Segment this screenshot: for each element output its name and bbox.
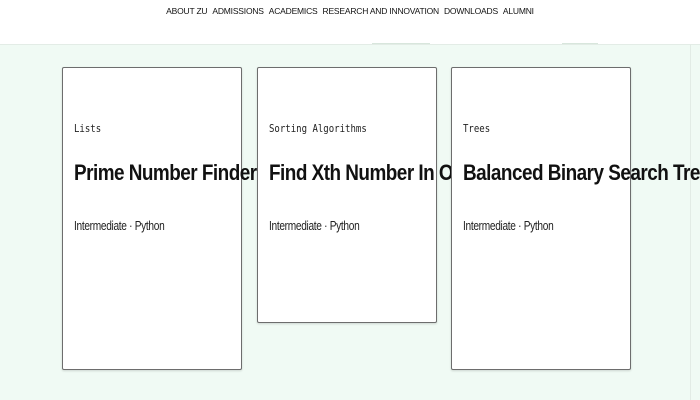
card-title[interactable]: Balanced Binary Search Tree xyxy=(463,160,700,186)
card-meta: Intermediate · Python xyxy=(269,218,360,233)
header-divider-accent xyxy=(372,43,430,44)
nav-item-academics[interactable]: ACADEMICS xyxy=(269,6,318,16)
nav-item-alumni[interactable]: ALUMNI xyxy=(503,6,534,16)
project-card-balanced-bst[interactable]: Trees Balanced Binary Search Tree Interm… xyxy=(451,67,700,370)
project-card-find-xth-number[interactable]: Sorting Algorithms Find Xth Number In Or… xyxy=(257,67,488,323)
card-meta: Intermediate · Python xyxy=(463,218,554,233)
top-header: ABOUT ZU ADMISSIONS ACADEMICS RESEARCH A… xyxy=(0,0,700,45)
content-edge-divider xyxy=(690,44,691,400)
main-nav: ABOUT ZU ADMISSIONS ACADEMICS RESEARCH A… xyxy=(0,6,700,16)
card-title[interactable]: Prime Number Finder xyxy=(74,160,257,186)
nav-item-admissions[interactable]: ADMISSIONS xyxy=(212,6,264,16)
card-category: Trees xyxy=(463,122,491,135)
nav-item-research[interactable]: RESEARCH AND INNOVATION xyxy=(323,6,440,16)
card-meta: Intermediate · Python xyxy=(74,218,165,233)
card-category: Sorting Algorithms xyxy=(269,122,367,135)
nav-item-downloads[interactable]: DOWNLOADS xyxy=(444,6,498,16)
header-divider-accent xyxy=(562,43,598,44)
card-category: Lists xyxy=(74,122,102,135)
project-card-prime-number-finder[interactable]: Lists Prime Number Finder Intermediate ·… xyxy=(62,67,257,370)
nav-item-about[interactable]: ABOUT ZU xyxy=(166,6,207,16)
